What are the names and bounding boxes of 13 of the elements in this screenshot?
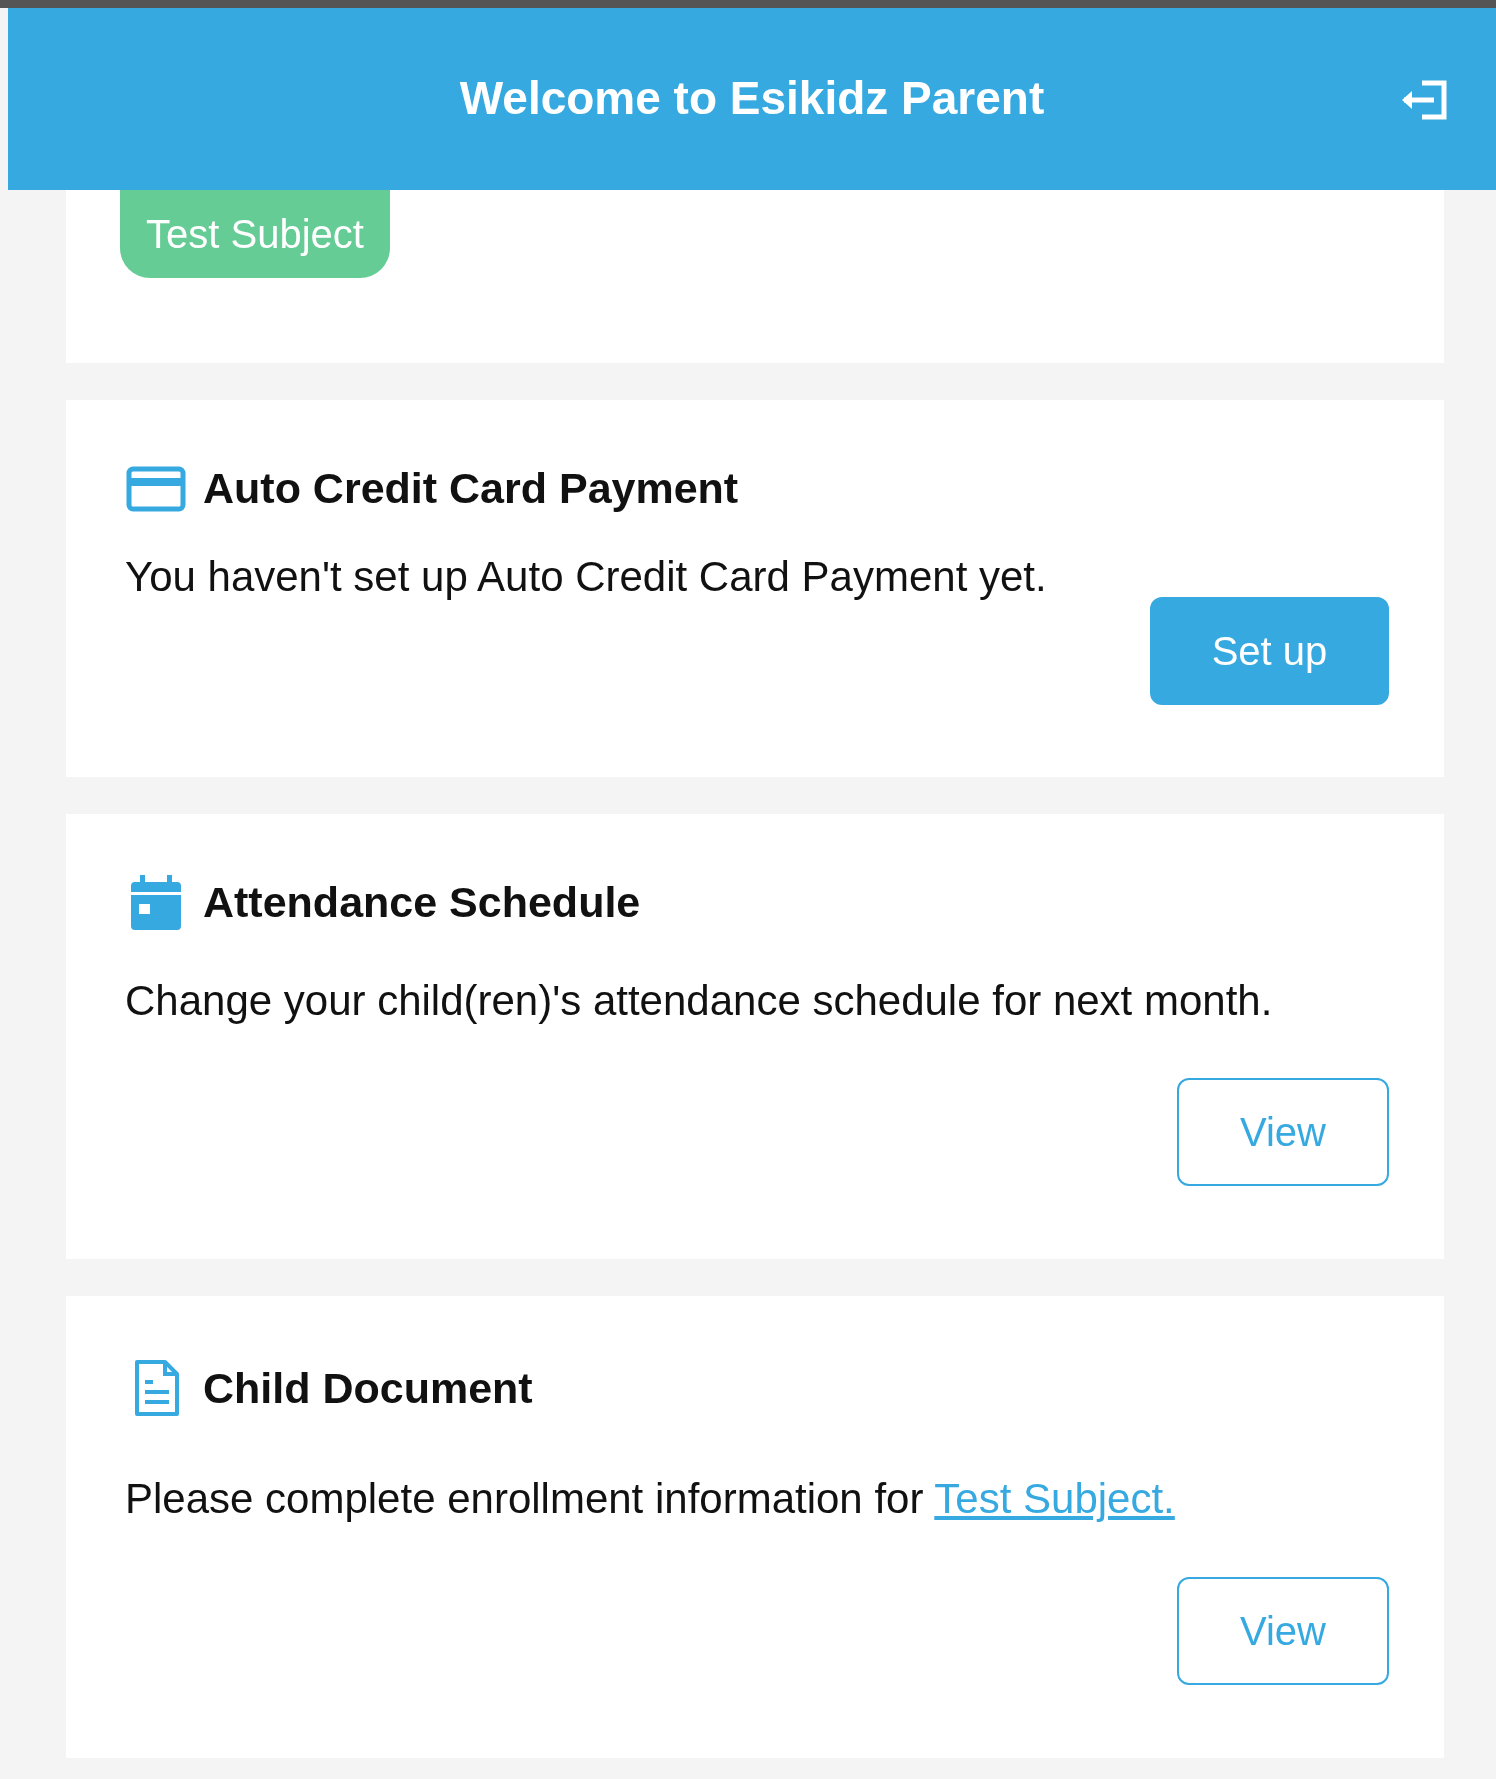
child-name-tag[interactable]: Test Subject xyxy=(120,190,390,278)
card-description: You haven't set up Auto Credit Card Payment yet. xyxy=(125,552,1048,602)
setup-button[interactable]: Set up xyxy=(1150,596,1389,705)
card-title: Auto Credit Card Payment xyxy=(203,463,739,515)
page-title: Welcome to Esikidz Parent xyxy=(459,71,1045,127)
card-title: Attendance Schedule xyxy=(203,876,641,928)
child-link[interactable]: Test Subject. xyxy=(934,1475,1175,1523)
card-description: Change your child(ren)'s attendance schedule for next month. xyxy=(125,975,1274,1026)
view-button[interactable]: View xyxy=(1177,1576,1389,1685)
logout-icon[interactable] xyxy=(1400,80,1448,120)
view-button[interactable]: View xyxy=(1177,1078,1389,1187)
card-description: Please complete enrollment information for Test Subject. xyxy=(125,1474,1176,1525)
card-title: Child Document xyxy=(203,1363,533,1415)
